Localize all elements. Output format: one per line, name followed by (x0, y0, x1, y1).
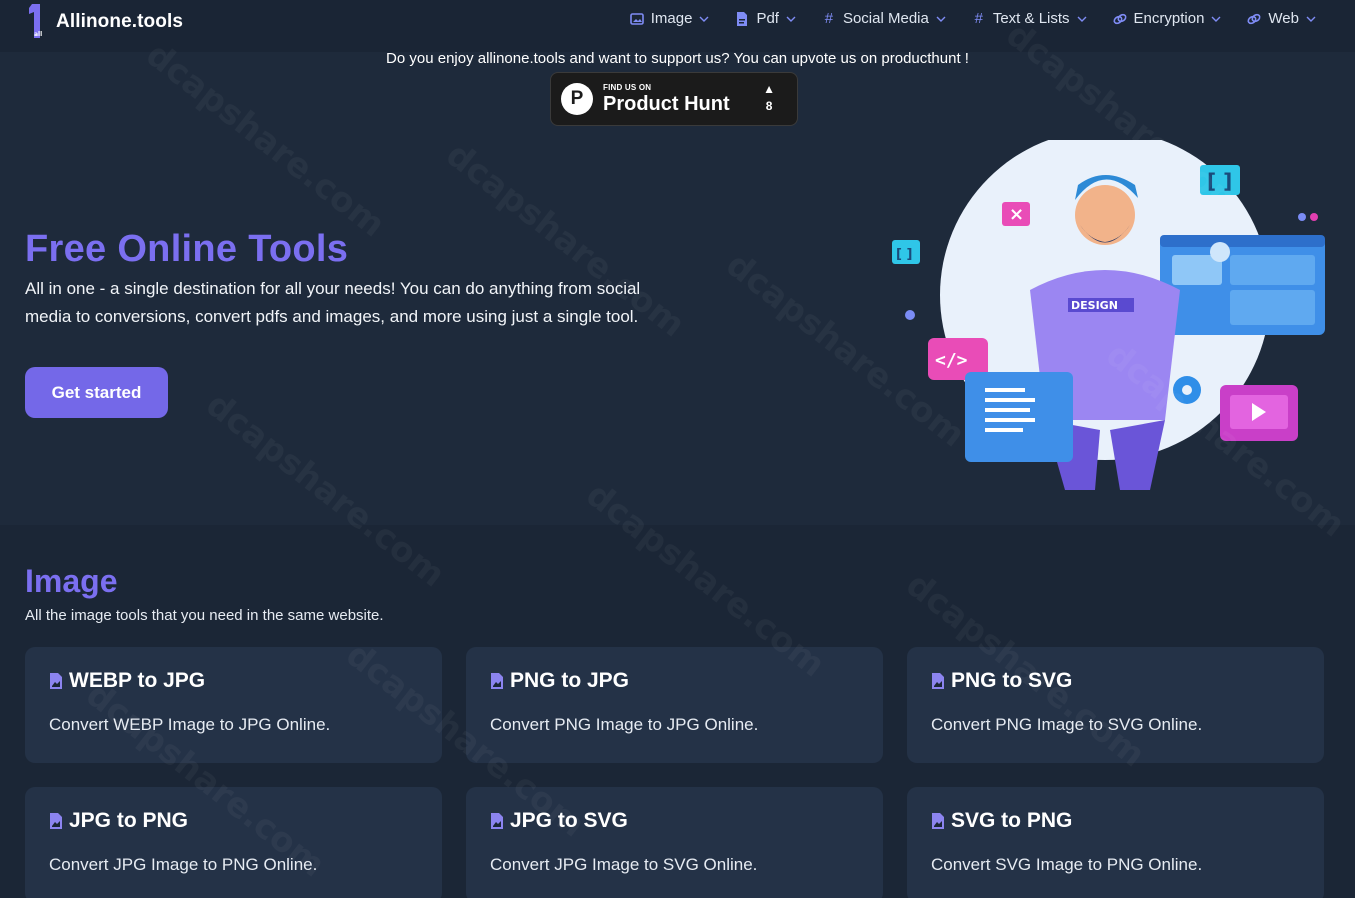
product-hunt-small-label: FIND US ON (603, 82, 652, 92)
image-tools-section: Image All the image tools that you need … (0, 525, 1355, 898)
brand-logo-icon: all (29, 4, 42, 38)
tool-card-description: Convert JPG Image to SVG Online. (490, 855, 758, 874)
image-file-icon (50, 673, 62, 689)
tool-card-title: JPG to SVG (510, 809, 628, 832)
tool-card-description: Convert JPG Image to PNG Online. (49, 855, 318, 874)
svg-text:[ ]: [ ] (1207, 169, 1232, 193)
design-label: DESIGN (1071, 299, 1118, 312)
main-nav: Image Pdf # Social Media # Text & Lists (605, 10, 1317, 27)
chevron-down-icon (1306, 16, 1316, 22)
tool-card-description: Convert PNG Image to SVG Online. (931, 715, 1203, 734)
link-icon (1247, 13, 1261, 24)
tool-card-description: Convert PNG Image to JPG Online. (490, 715, 759, 734)
tool-card-title: SVG to PNG (951, 809, 1073, 832)
chevron-down-icon (1077, 16, 1087, 22)
section-title: Image (25, 563, 118, 599)
tool-card-title: PNG to SVG (951, 669, 1073, 692)
tool-card-jpg-to-svg[interactable]: JPG to SVG Convert JPG Image to SVG Onli… (466, 787, 883, 898)
tool-card-title: JPG to PNG (69, 809, 189, 832)
top-navbar: all Allinone.tools Image Pdf # Social Me… (0, 0, 1355, 52)
nav-label-pdf: Pdf (756, 10, 779, 27)
image-file-icon (50, 813, 62, 829)
brand-name: Allinone.tools (56, 11, 184, 32)
tool-card-head: SVG to PNG (931, 809, 1072, 833)
chevron-down-icon (699, 16, 709, 22)
chevron-down-icon (936, 16, 946, 22)
nav-label-encryption: Encryption (1133, 10, 1205, 27)
tool-card-head: JPG to SVG (490, 809, 628, 833)
upvote-arrow-icon: ▲ (763, 82, 775, 96)
tool-card-head: JPG to PNG (49, 809, 188, 833)
image-file-icon (932, 813, 944, 829)
pdf-file-icon (737, 11, 748, 26)
tool-card-png-to-jpg[interactable]: PNG to JPG Convert PNG Image to JPG Onli… (466, 647, 883, 763)
nav-item-text-lists[interactable]: # Text & Lists (971, 10, 1088, 27)
product-hunt-badge[interactable]: P FIND US ON Product Hunt ▲ 8 (550, 72, 798, 126)
get-started-button[interactable]: Get started (25, 367, 168, 418)
image-file-icon (491, 673, 503, 689)
hash-icon: # (974, 10, 984, 27)
upvote-count: 8 (765, 99, 773, 113)
tool-card-svg-to-png[interactable]: SVG to PNG Convert SVG Image to PNG Onli… (907, 787, 1324, 898)
tool-card-description: Convert SVG Image to PNG Online. (931, 855, 1203, 874)
link-icon (1113, 13, 1127, 24)
tool-card-jpg-to-png[interactable]: JPG to PNG Convert JPG Image to PNG Onli… (25, 787, 442, 898)
upvote-counter: ▲ 8 (763, 83, 775, 113)
hero-illustration: [ ] [ ] DESIGN × </> (892, 140, 1325, 490)
chevron-down-icon (786, 16, 796, 22)
hero-description: All in one - a single destination for al… (25, 279, 641, 326)
nav-item-image[interactable]: Image (629, 10, 711, 27)
chevron-down-icon (1211, 16, 1221, 22)
tool-card-head: PNG to JPG (490, 669, 629, 693)
hero-title: Free Online Tools (25, 228, 349, 270)
nav-item-encryption[interactable]: Encryption (1112, 10, 1223, 27)
nav-label-text-lists: Text & Lists (992, 10, 1070, 27)
support-message: Do you enjoy allinone.tools and want to … (386, 50, 969, 67)
tool-card-description: Convert WEBP Image to JPG Online. (49, 715, 331, 734)
product-hunt-logo-icon: P (561, 83, 593, 115)
product-hunt-label: Product Hunt (603, 92, 730, 115)
tool-card-title: WEBP to JPG (69, 669, 206, 692)
image-file-icon (932, 673, 944, 689)
brand-link[interactable]: all Allinone.tools (26, 0, 183, 44)
svg-text:all: all (34, 31, 42, 38)
nav-item-web[interactable]: Web (1246, 10, 1317, 27)
product-hunt-text: FIND US ON Product Hunt (603, 83, 730, 116)
nav-label-social-media: Social Media (842, 10, 929, 27)
tool-card-title: PNG to JPG (510, 669, 630, 692)
tool-card-webp-to-jpg[interactable]: WEBP to JPG Convert WEBP Image to JPG On… (25, 647, 442, 763)
nav-label-image: Image (650, 10, 693, 27)
svg-text:</>: </> (935, 350, 968, 371)
hash-icon: # (824, 10, 834, 27)
image-icon (629, 12, 644, 25)
svg-text:[ ]: [ ] (896, 247, 912, 262)
tool-card-png-to-svg[interactable]: PNG to SVG Convert PNG Image to SVG Onli… (907, 647, 1324, 763)
nav-item-social-media[interactable]: # Social Media (821, 10, 947, 27)
section-subtitle: All the image tools that you need in the… (25, 607, 384, 624)
svg-text:×: × (1009, 204, 1024, 225)
tool-card-head: WEBP to JPG (49, 669, 205, 693)
nav-label-web: Web (1268, 10, 1299, 27)
tool-card-head: PNG to SVG (931, 669, 1072, 693)
image-file-icon (491, 813, 503, 829)
nav-item-pdf[interactable]: Pdf (734, 10, 797, 27)
